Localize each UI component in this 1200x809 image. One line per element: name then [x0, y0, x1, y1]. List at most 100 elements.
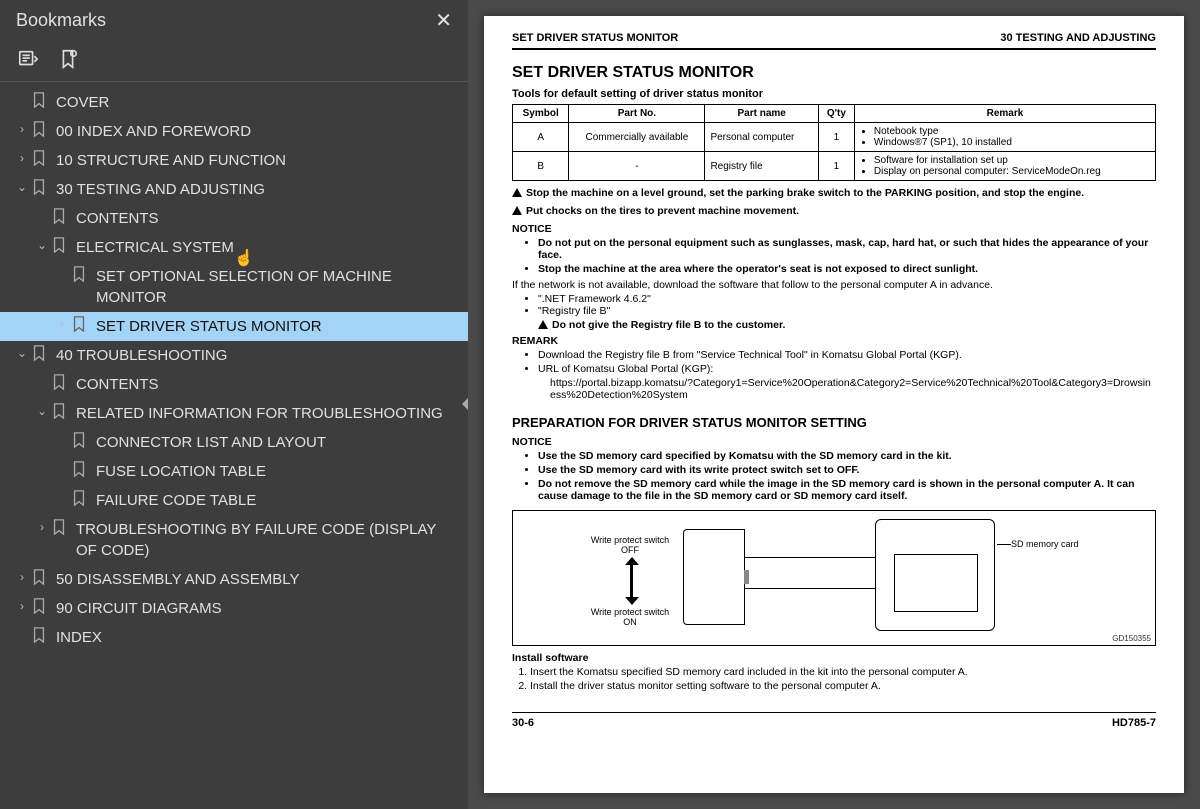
- bookmark-icon: [50, 237, 68, 253]
- table-row: B-Registry file1Software for installatio…: [513, 152, 1156, 181]
- bookmark-label: 00 INDEX AND FOREWORD: [56, 121, 460, 142]
- bookmarks-panel: Bookmarks ✕ COVER›00 INDEX AND FOREWORD›…: [0, 0, 468, 809]
- table-header: Part name: [705, 105, 819, 123]
- list-item: Install the driver status monitor settin…: [530, 680, 1156, 692]
- bookmark-icon: [70, 316, 88, 332]
- bookmark-item[interactable]: ⌄ 30 TESTING AND ADJUSTING: [0, 175, 468, 204]
- notice-list: Use the SD memory card specified by Koma…: [512, 450, 1156, 502]
- footer-page-number: 30-6: [512, 717, 534, 729]
- chevron-right-icon[interactable]: ›: [14, 569, 30, 586]
- table-header: Part No.: [569, 105, 705, 123]
- bookmark-label: ELECTRICAL SYSTEM: [76, 237, 460, 258]
- bookmark-item[interactable]: INDEX: [0, 623, 468, 652]
- sd-card-small: [683, 529, 745, 625]
- warning-icon: [512, 188, 522, 197]
- bookmark-item[interactable]: CONNECTOR LIST AND LAYOUT: [0, 428, 468, 457]
- bookmark-item[interactable]: FUSE LOCATION TABLE: [0, 457, 468, 486]
- figure-number: GD150355: [1112, 634, 1151, 643]
- bookmark-label: CONNECTOR LIST AND LAYOUT: [96, 432, 460, 453]
- table-header: Remark: [854, 105, 1155, 123]
- warning-icon: [538, 320, 548, 329]
- bookmarks-toolbar: [0, 41, 468, 82]
- list-item: Use the SD memory card specified by Koma…: [538, 450, 1156, 462]
- list-item: Insert the Komatsu specified SD memory c…: [530, 666, 1156, 678]
- list-item: ".NET Framework 4.6.2": [538, 293, 1156, 305]
- sub-warning: Do not give the Registry file B to the c…: [512, 319, 1156, 331]
- bookmark-icon: [30, 569, 48, 585]
- options-menu-icon[interactable]: [16, 47, 40, 71]
- find-bookmark-icon[interactable]: [56, 47, 80, 71]
- bookmark-icon: [50, 403, 68, 419]
- download-list: ".NET Framework 4.6.2""Registry file B": [512, 293, 1156, 317]
- bookmark-icon: [30, 345, 48, 361]
- install-heading: Install software: [512, 652, 1156, 664]
- notice-list: Do not put on the personal equipment suc…: [512, 237, 1156, 275]
- table-header: Q'ty: [818, 105, 854, 123]
- chevron-right-icon[interactable]: ›: [34, 519, 50, 536]
- bookmark-item[interactable]: ⌄ ELECTRICAL SYSTEM: [0, 233, 468, 262]
- bookmark-item[interactable]: ⌄ 40 TROUBLESHOOTING: [0, 341, 468, 370]
- bookmark-label: 10 STRUCTURE AND FUNCTION: [56, 150, 460, 171]
- leader-line: [997, 544, 1011, 545]
- bookmark-tree[interactable]: COVER › 00 INDEX AND FOREWORD › 10 STRUCTURE…: [0, 82, 468, 809]
- bookmark-icon: [50, 519, 68, 535]
- list-item: URL of Komatsu Global Portal (KGP):: [538, 363, 1156, 375]
- document-viewport[interactable]: SET DRIVER STATUS MONITOR 30 TESTING AND…: [468, 0, 1200, 809]
- close-icon[interactable]: ✕: [435, 8, 452, 33]
- chevron-down-icon[interactable]: ⌄: [14, 345, 30, 362]
- bookmark-label: 40 TROUBLESHOOTING: [56, 345, 460, 366]
- list-item: Do not remove the SD memory card while t…: [538, 478, 1156, 502]
- chevron-down-icon[interactable]: ⌄: [14, 179, 30, 196]
- table-row: ACommercially availablePersonal computer…: [513, 123, 1156, 152]
- bookmark-item[interactable]: ›SET DRIVER STATUS MONITOR: [0, 312, 468, 341]
- bookmark-item[interactable]: › TROUBLESHOOTING BY FAILURE CODE (DISPLA…: [0, 515, 468, 565]
- bookmark-label: COVER: [56, 92, 460, 113]
- chevron-right-icon[interactable]: ›: [54, 316, 70, 333]
- portal-url: https://portal.bizapp.komatsu/?Category1…: [512, 377, 1156, 401]
- list-item: Use the SD memory card with its write pr…: [538, 464, 1156, 476]
- chevron-right-icon[interactable]: ›: [14, 598, 30, 615]
- bookmark-item[interactable]: CONTENTS: [0, 370, 468, 399]
- arrow-icon: [625, 557, 639, 605]
- document-page: SET DRIVER STATUS MONITOR 30 TESTING AND…: [484, 16, 1184, 793]
- table-header: Symbol: [513, 105, 569, 123]
- collapse-handle-icon[interactable]: [462, 398, 468, 410]
- bookmark-item[interactable]: › 00 INDEX AND FOREWORD: [0, 117, 468, 146]
- bookmark-icon: [70, 432, 88, 448]
- notice-heading: NOTICE: [512, 436, 1156, 448]
- sd-card-large: [875, 519, 995, 631]
- diagram-sd-label: SD memory card: [1011, 539, 1101, 549]
- bookmark-icon: [30, 627, 48, 643]
- bookmark-label: RELATED INFORMATION FOR TROUBLESHOOTING: [76, 403, 460, 424]
- chevron-right-icon[interactable]: ›: [14, 121, 30, 138]
- bookmark-item[interactable]: CONTENTS: [0, 204, 468, 233]
- chevron-down-icon[interactable]: ⌄: [34, 237, 50, 254]
- bookmark-item[interactable]: ›90 CIRCUIT DIAGRAMS: [0, 594, 468, 623]
- tools-table-caption: Tools for default setting of driver stat…: [512, 88, 1156, 100]
- safety-warning: Put chocks on the tires to prevent machi…: [512, 205, 1156, 217]
- bookmark-label: CONTENTS: [76, 374, 460, 395]
- bookmark-item[interactable]: ⌄ RELATED INFORMATION FOR TROUBLESHOOTING: [0, 399, 468, 428]
- bookmark-label: 30 TESTING AND ADJUSTING: [56, 179, 460, 200]
- remark-heading: REMARK: [512, 335, 1156, 347]
- chevron-down-icon[interactable]: ⌄: [34, 403, 50, 420]
- sd-card-diagram: Write protect switch OFF Write protect s…: [512, 510, 1156, 646]
- bookmark-item[interactable]: COVER: [0, 88, 468, 117]
- connector-lines: [745, 555, 875, 591]
- running-header-left: SET DRIVER STATUS MONITOR: [512, 32, 678, 44]
- page-title: SET DRIVER STATUS MONITOR: [512, 64, 1156, 82]
- chevron-right-icon[interactable]: ›: [14, 150, 30, 167]
- tools-table: SymbolPart No.Part nameQ'tyRemark AComme…: [512, 104, 1156, 181]
- list-item: Stop the machine at the area where the o…: [538, 263, 1156, 275]
- bookmark-item[interactable]: SET OPTIONAL SELECTION OF MACHINE MONITO…: [0, 262, 468, 312]
- bookmark-item[interactable]: FAILURE CODE TABLE: [0, 486, 468, 515]
- install-steps: Insert the Komatsu specified SD memory c…: [512, 666, 1156, 692]
- bookmark-label: TROUBLESHOOTING BY FAILURE CODE (DISPLAY…: [76, 519, 460, 561]
- diagram-label-off: Write protect switch OFF: [583, 535, 677, 555]
- bookmark-item[interactable]: ›50 DISASSEMBLY AND ASSEMBLY: [0, 565, 468, 594]
- bookmark-label: SET OPTIONAL SELECTION OF MACHINE MONITO…: [96, 266, 460, 308]
- network-note: If the network is not available, downloa…: [512, 279, 1156, 291]
- bookmarks-title: Bookmarks: [16, 10, 106, 31]
- bookmark-label: CONTENTS: [76, 208, 460, 229]
- bookmark-item[interactable]: › 10 STRUCTURE AND FUNCTION: [0, 146, 468, 175]
